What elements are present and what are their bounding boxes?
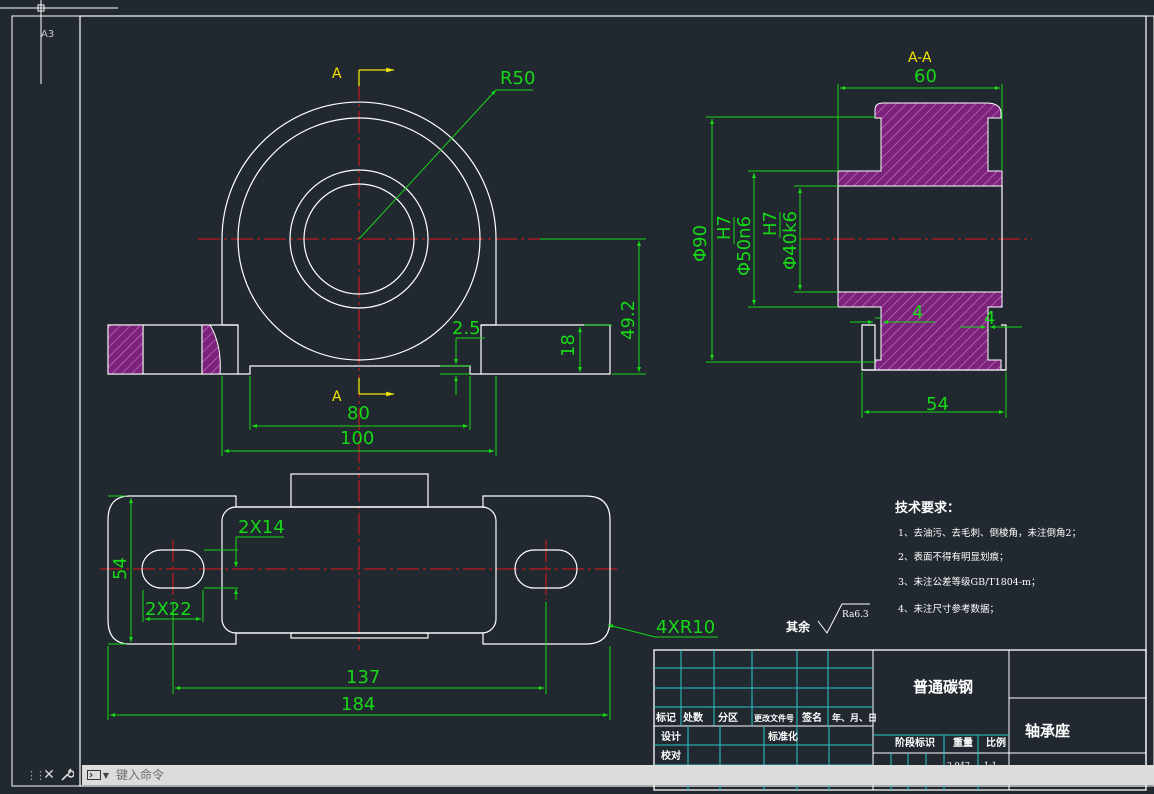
command-prompt-dropdown[interactable]: ▼ xyxy=(82,765,114,785)
chevron-down-icon: ▼ xyxy=(102,770,110,780)
front-dimensions: 49.2 18 2.5 80 100 xyxy=(221,238,646,456)
tb-stage-mark: 阶段标识 xyxy=(895,736,935,749)
paper-size-label: A3 xyxy=(41,29,54,40)
dim-fit1-num: H7 xyxy=(714,215,735,240)
dim-184: 184 xyxy=(341,694,375,715)
tb-standard: 标准化 xyxy=(767,730,798,743)
top-view: 2X14 2X22 54 4XR10 137 184 xyxy=(100,473,718,720)
dim-49-2: 49.2 xyxy=(618,300,639,340)
tech-req-item-4: 4、未注尺寸参考数据； xyxy=(898,603,999,615)
tb-header-doc: 更改文件号 xyxy=(754,713,794,723)
ucs-crosshair: A3 xyxy=(0,0,118,84)
customize-wrench-icon[interactable] xyxy=(58,764,76,786)
roughness-prefix: 其余 xyxy=(786,619,811,634)
tb-header-zone: 分区 xyxy=(718,711,738,724)
tb-design: 设计 xyxy=(661,730,681,743)
command-input[interactable] xyxy=(114,765,718,785)
tb-header-count: 处数 xyxy=(682,711,704,724)
section-title: A-A xyxy=(908,50,932,66)
tb-part-name: 轴承座 xyxy=(1025,722,1070,740)
dim-fit1-den: Φ50n6 xyxy=(734,216,755,276)
tb-check: 校对 xyxy=(661,749,681,762)
dim-fit2-num: H7 xyxy=(760,211,781,236)
roughness-value: Ra6.3 xyxy=(842,610,869,620)
command-field[interactable]: ▼ xyxy=(82,765,1154,785)
foot-hole-section-right xyxy=(201,324,221,375)
drawing-canvas[interactable]: A3 R50 A A 49.2 18 2.5 80 100 A-A 60 Φ90… xyxy=(0,0,1154,794)
close-icon[interactable]: ✕ xyxy=(40,764,58,786)
dim-2x22: 2X22 xyxy=(145,599,192,620)
dim-54-section: 54 xyxy=(926,394,949,415)
foot-hole-section-left xyxy=(107,324,144,375)
dim-80: 80 xyxy=(347,403,370,424)
tech-req-item-1: 1、去油污、去毛刺、倒棱角，未注倒角2； xyxy=(898,527,1081,539)
section-marker-bottom: A xyxy=(332,378,394,405)
section-letter-bottom: A xyxy=(332,389,342,405)
dim-4-left: 4 xyxy=(912,302,923,323)
section-letter-top: A xyxy=(332,66,342,82)
dim-r50: R50 xyxy=(500,68,535,89)
tech-req-item-2: 2、表面不得有明显划痕； xyxy=(898,551,1009,563)
technical-requirements: 技术要求： 1、去油污、去毛刺、倒棱角，未注倒角2； 2、表面不得有明显划痕； … xyxy=(895,500,1081,615)
tb-weight: 重量 xyxy=(953,736,973,749)
dim-60: 60 xyxy=(914,66,937,87)
dim-100: 100 xyxy=(340,428,374,449)
dim-137: 137 xyxy=(346,667,380,688)
section-hatch-top xyxy=(837,102,1003,187)
dim-2-5: 2.5 xyxy=(452,318,481,339)
command-line-bar: ⋮⋮ ✕ ▼ xyxy=(26,764,1154,786)
dim-2x14: 2X14 xyxy=(238,517,285,538)
dim-4xr10: 4XR10 xyxy=(656,617,715,638)
dim-4-right: 4 xyxy=(984,308,995,329)
dim-fit2-den: Φ40k6 xyxy=(780,211,801,270)
tech-req-title: 技术要求： xyxy=(895,500,960,516)
tb-header-date: 年、月、日 xyxy=(832,712,877,724)
tb-scale: 比例 xyxy=(986,736,1006,749)
dim-54-top: 54 xyxy=(110,557,131,580)
tech-req-item-3: 3、未注公差等级GB/T1804-m； xyxy=(898,576,1041,588)
section-view: A-A 60 Φ90 H7 Φ50n6 H7 Φ40k6 4 4 54 xyxy=(690,50,1032,418)
tb-material: 普通碳钢 xyxy=(913,678,973,696)
tb-header-sign: 签名 xyxy=(801,711,822,724)
dim-phi90: Φ90 xyxy=(690,225,711,262)
tb-header-mark: 标记 xyxy=(655,711,676,724)
dim-18: 18 xyxy=(558,334,579,357)
roughness-symbol: 其余 Ra6.3 xyxy=(786,603,870,634)
command-bar-grip[interactable]: ⋮⋮ xyxy=(26,764,46,786)
section-marker-top: A xyxy=(332,66,394,86)
